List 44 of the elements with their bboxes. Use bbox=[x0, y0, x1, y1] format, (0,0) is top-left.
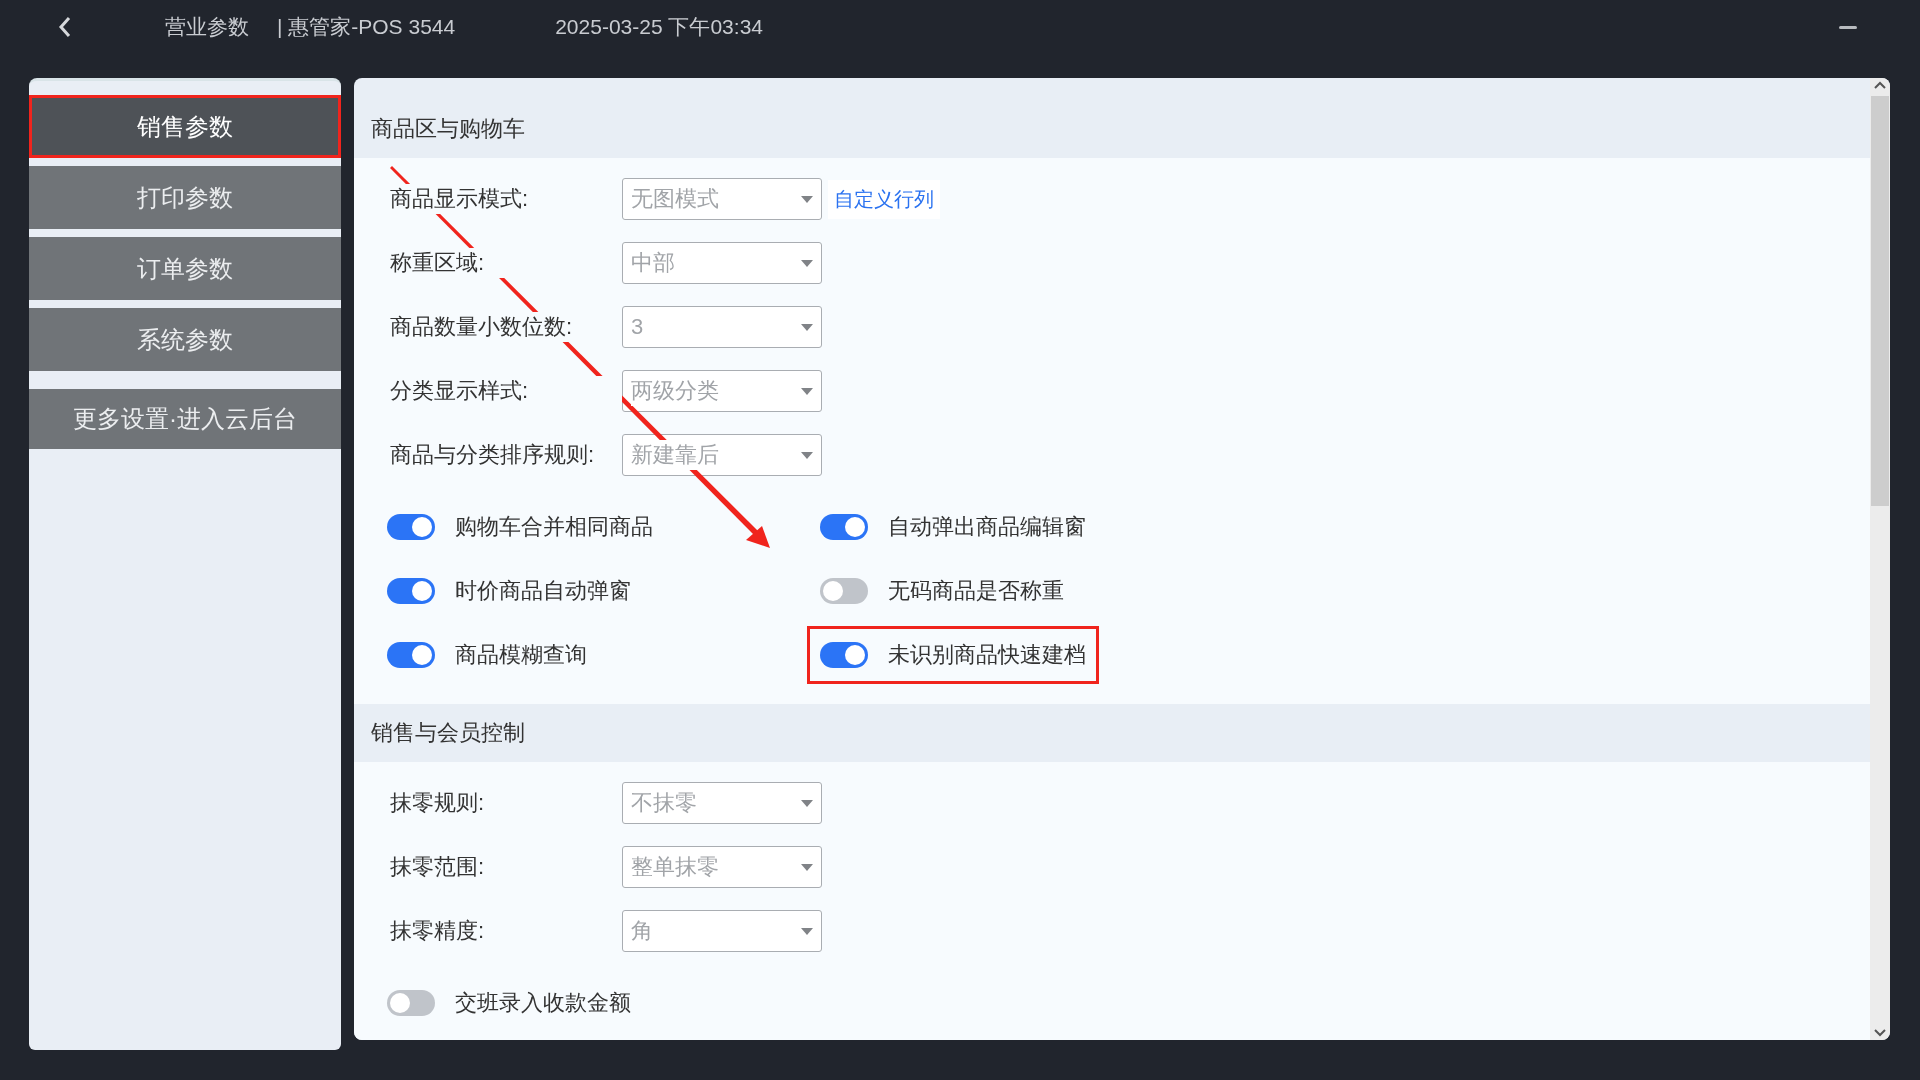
caret-icon bbox=[801, 387, 813, 395]
caret-icon bbox=[801, 927, 813, 935]
window-title: 营业参数 bbox=[165, 14, 249, 40]
switch-label: 未识别商品快速建档 bbox=[888, 641, 1086, 669]
toggle-switch[interactable] bbox=[820, 642, 868, 668]
toggle-switch[interactable] bbox=[820, 514, 868, 540]
switch-label: 商品模糊查询 bbox=[455, 641, 587, 669]
caret-icon bbox=[801, 323, 813, 331]
toggle-switch[interactable] bbox=[387, 642, 435, 668]
switch-label: 自动弹出商品编辑窗 bbox=[888, 513, 1086, 541]
dropdown-field[interactable]: 中部 bbox=[622, 242, 822, 284]
sidebar-item[interactable]: 更多设置·进入云后台 bbox=[29, 389, 341, 449]
dropdown-field[interactable]: 角 bbox=[622, 910, 822, 952]
dropdown-field[interactable]: 3 bbox=[622, 306, 822, 348]
dropdown-field[interactable]: 不抹零 bbox=[622, 782, 822, 824]
minimize-button[interactable] bbox=[1839, 25, 1857, 29]
dropdown-field[interactable]: 无图模式 bbox=[622, 178, 822, 220]
sidebar-item[interactable]: 打印参数 bbox=[29, 166, 341, 229]
section-title: 销售与会员控制 bbox=[371, 719, 525, 747]
caret-icon bbox=[801, 863, 813, 871]
dropdown-field[interactable]: 两级分类 bbox=[622, 370, 822, 412]
toggle-switch[interactable] bbox=[820, 578, 868, 604]
caret-icon bbox=[801, 195, 813, 203]
caret-icon bbox=[801, 259, 813, 267]
dropdown-field[interactable]: 整单抹零 bbox=[622, 846, 822, 888]
toggle-switch[interactable] bbox=[387, 514, 435, 540]
dropdown-field[interactable]: 新建靠后 bbox=[622, 434, 822, 476]
custom-layout-link[interactable]: 自定义行列 bbox=[828, 179, 940, 219]
sidebar-item[interactable]: 销售参数 bbox=[29, 95, 341, 158]
caret-icon bbox=[801, 451, 813, 459]
toggle-switch[interactable] bbox=[387, 578, 435, 604]
sidebar-item[interactable]: 系统参数 bbox=[29, 308, 341, 371]
switch-label: 交班录入收款金额 bbox=[455, 989, 631, 1017]
caret-icon bbox=[801, 799, 813, 807]
toggle-switch[interactable] bbox=[387, 990, 435, 1016]
section-title: 商品区与购物车 bbox=[371, 115, 525, 143]
sidebar-item[interactable]: 订单参数 bbox=[29, 237, 341, 300]
switch-label: 时价商品自动弹窗 bbox=[455, 577, 631, 605]
device-name: | 惠管家-POS 3544 bbox=[277, 14, 456, 40]
scrollbar-thumb[interactable] bbox=[1871, 96, 1889, 506]
date-time: 2025-03-25 下午03:34 bbox=[555, 14, 763, 40]
switch-label: 购物车合并相同商品 bbox=[455, 513, 653, 541]
switch-label: 无码商品是否称重 bbox=[888, 577, 1064, 605]
back-icon[interactable] bbox=[58, 16, 72, 38]
